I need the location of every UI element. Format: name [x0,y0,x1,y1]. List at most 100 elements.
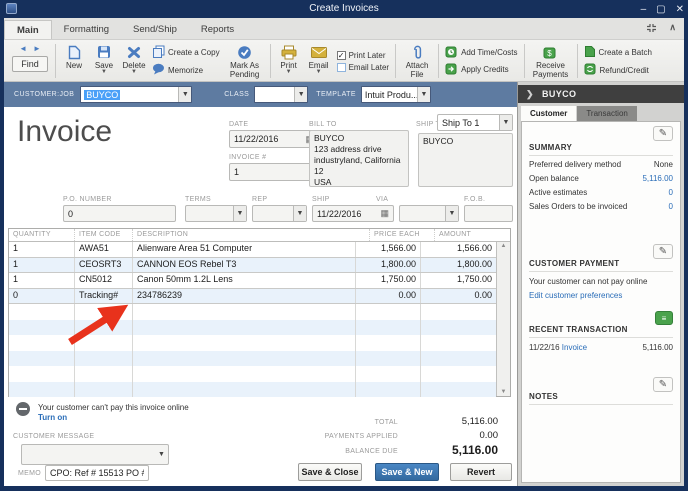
find-button[interactable]: Find [12,56,48,72]
table-row[interactable]: 1AWA51Alienware Area 51 Computer1,566.00… [9,242,496,258]
chevron-down-icon[interactable]: ▼ [293,206,306,221]
new-button[interactable]: New [59,42,89,80]
cell-qty[interactable] [9,335,74,351]
scroll-down-icon[interactable]: ▼ [501,389,507,395]
cell-amount[interactable] [420,320,496,336]
delete-button[interactable]: Delete▼ [119,42,149,80]
open-transaction-button[interactable]: ≡ [655,311,673,325]
close-button[interactable]: ✕ [676,4,684,15]
template-combo[interactable]: Intuit Produ... ▼ [361,86,431,103]
bill-to-box[interactable]: BUYCO 123 address drive industryland, Ca… [309,130,409,187]
cell-amount[interactable]: 1,566.00 [420,242,496,257]
summary-row-value[interactable]: 0 [669,186,673,200]
memorize-button[interactable]: Memorize [152,63,220,77]
via-combo[interactable]: ▼ [399,205,459,222]
summary-row-value[interactable]: 0 [669,200,673,214]
chevron-down-icon[interactable]: ▼ [233,206,246,221]
cell-price[interactable] [355,351,420,367]
table-row[interactable] [9,351,496,367]
summary-row-value[interactable]: 5,116.00 [642,172,673,186]
cell-qty[interactable] [9,304,74,320]
cell-amount[interactable] [420,304,496,320]
chevron-right-icon[interactable]: ❯ [526,89,534,100]
rep-combo[interactable]: ▼ [252,205,307,222]
cell-price[interactable]: 1,750.00 [355,273,420,288]
save-close-button[interactable]: Save & Close [298,463,362,481]
cell-desc[interactable]: Alienware Area 51 Computer [132,242,355,257]
apply-credits-button[interactable]: Apply Credits [445,63,517,77]
edit-summary-button[interactable]: ✎ [653,126,673,141]
cell-desc[interactable] [132,335,355,351]
chevron-down-icon[interactable]: ▼ [417,87,430,102]
attach-file-button[interactable]: Attach File [399,42,435,80]
refund-credit-button[interactable]: Refund/Credit [584,63,652,77]
cell-desc[interactable] [132,320,355,336]
cell-price[interactable]: 1,566.00 [355,242,420,257]
edit-notes-button[interactable]: ✎ [653,377,673,392]
table-row[interactable]: 1CN5012Canon 50mm 1.2L Lens1,750.001,750… [9,273,496,289]
cell-desc[interactable] [132,304,355,320]
date-field[interactable]: 11/22/2016▦ [229,130,319,148]
cell-desc[interactable]: Canon 50mm 1.2L Lens [132,273,355,288]
calendar-icon[interactable]: ▦ [380,208,389,219]
cell-qty[interactable]: 0 [9,289,74,304]
email-button[interactable]: Email▼ [304,42,334,80]
chevron-down-icon[interactable]: ▼ [499,115,512,130]
cell-desc[interactable] [132,382,355,398]
chevron-down-icon[interactable]: ▼ [294,87,307,102]
edit-customer-preferences-link[interactable]: Edit customer preferences [529,289,622,303]
panel-tab-transaction[interactable]: Transaction [577,106,637,121]
cell-qty[interactable]: 1 [9,258,74,273]
ship-to-selector[interactable]: Ship To 1▼ [437,114,513,131]
cell-desc[interactable]: 234786239 [132,289,355,304]
terms-combo[interactable]: ▼ [185,205,247,222]
create-copy-button[interactable]: Create a Copy [152,45,220,60]
cell-item[interactable] [74,382,132,398]
edit-customer-payment-button[interactable]: ✎ [653,244,673,259]
cell-qty[interactable]: 1 [9,273,74,288]
revert-button[interactable]: Revert [450,463,512,481]
cell-amount[interactable] [420,335,496,351]
cell-amount[interactable] [420,366,496,382]
cell-amount[interactable] [420,351,496,367]
table-row[interactable] [9,335,496,351]
save-button[interactable]: Save▼ [89,42,119,80]
cell-qty[interactable]: 1 [9,242,74,257]
chevron-down-icon[interactable]: ▼ [445,206,458,221]
collapse-window-icon[interactable] [646,23,657,33]
cell-item[interactable] [74,304,132,320]
fob-field[interactable] [464,205,513,222]
cell-item[interactable] [74,320,132,336]
po-number-field[interactable]: 0 [63,205,176,222]
tab-main[interactable]: Main [4,20,52,39]
customer-message-combo[interactable]: ▼ [21,444,169,465]
cell-price[interactable] [355,304,420,320]
cell-price[interactable]: 0.00 [355,289,420,304]
table-row[interactable] [9,382,496,398]
cell-price[interactable] [355,320,420,336]
panel-header[interactable]: ❯ BUYCO [518,85,684,103]
cell-item[interactable] [74,335,132,351]
cell-item[interactable]: CN5012 [74,273,132,288]
minimize-button[interactable]: – [641,4,647,15]
ship-to-box[interactable]: BUYCO [418,133,513,187]
tab-reports[interactable]: Reports [189,20,246,39]
customer-job-combo[interactable]: BUYCO ▼ [80,86,192,103]
tab-formatting[interactable]: Formatting [52,20,121,39]
cell-qty[interactable] [9,320,74,336]
recent-transaction-row[interactable]: 11/22/16 Invoice 5,116.00 [529,341,673,355]
mark-as-pending-button[interactable]: Mark As Pending [223,42,267,80]
add-time-costs-button[interactable]: Add Time/Costs [445,46,517,60]
table-row[interactable] [9,320,496,336]
forward-arrow-icon[interactable]: ► [33,44,41,54]
cell-price[interactable] [355,366,420,382]
cell-price[interactable] [355,335,420,351]
cell-qty[interactable] [9,382,74,398]
print-later-checkbox[interactable]: ✓ Print Later [337,51,389,60]
save-new-button[interactable]: Save & New [375,463,439,481]
table-scrollbar[interactable]: ▲ ▼ [496,242,510,396]
chevron-down-icon[interactable]: ▼ [178,87,191,102]
recent-transaction-link[interactable]: Invoice [562,343,587,352]
cell-price[interactable]: 1,800.00 [355,258,420,273]
collapse-ribbon-icon[interactable]: ∧ [669,22,676,33]
